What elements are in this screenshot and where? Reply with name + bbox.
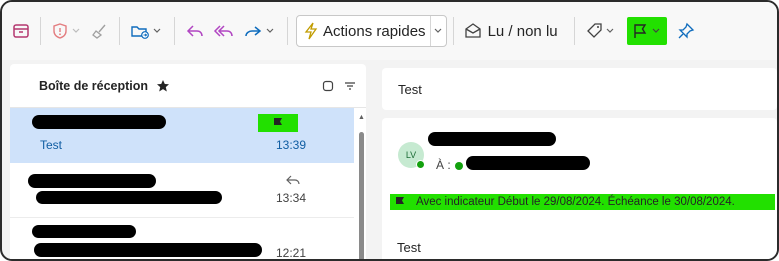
toolbar-separator [174,17,175,45]
list-item[interactable]: Test 13:39 [10,108,354,163]
lightning-icon [304,22,318,40]
message-list-header: Boîte de réception [10,64,366,108]
reply-icon [186,25,203,37]
envelope-open-icon [464,23,481,38]
toolbar-separator [119,17,120,45]
star-icon[interactable] [156,79,170,93]
reading-pane-subject: Test [398,81,422,97]
scrollbar-thumb[interactable] [359,132,364,259]
toolbar-separator [452,17,454,45]
tag-icon [586,23,602,38]
app-window: Actions rapides Lu / non lu Boîte de réc… [0,0,779,261]
quick-actions-dropdown[interactable] [429,16,446,46]
sweep-button[interactable] [87,15,113,47]
redacted-subject [36,191,222,204]
reply-all-button[interactable] [209,15,239,47]
reply-all-icon [213,25,233,37]
list-item[interactable]: 12:21 [10,219,354,260]
reply-icon [286,175,300,185]
flag-icon [633,24,646,38]
flag-icon [274,118,282,128]
scroll-up-icon[interactable]: ▲ [358,114,365,121]
chevron-down-icon[interactable] [150,24,164,38]
reply-button[interactable] [181,15,209,47]
toolbar-separator [287,17,288,45]
report-icon [53,23,67,39]
archive-icon [13,24,29,38]
flag-info-text: Avec indicateur Début le 29/08/2024. Éch… [416,196,735,208]
reading-pane-subject-bar: Test [382,68,777,110]
toolbar-separator [40,17,41,45]
read-unread-button[interactable]: Lu / non lu [460,15,562,47]
redacted-sender [32,225,136,238]
move-to-folder-icon [131,26,149,39]
folder-title: Boîte de réception [39,78,149,93]
list-item[interactable]: 13:34 [10,164,354,218]
select-icon[interactable] [322,80,334,92]
quick-actions-button[interactable]: Actions rapides [296,15,447,47]
message-body: Test [397,240,421,255]
message-list: Boîte de réception Test 13:39 13:34 12:2… [10,64,366,260]
message-list-scrollbar[interactable]: ▲ [356,108,366,259]
flag-info-banner: Avec indicateur Début le 29/08/2024. Éch… [390,194,775,210]
archive-button[interactable] [8,15,34,47]
presence-indicator [416,160,425,169]
categorize-button[interactable] [581,15,621,47]
redacted-sender-name [428,132,556,146]
redacted-sender [32,115,166,129]
read-unread-label: Lu / non lu [487,22,558,40]
message-subject: Test [40,138,63,152]
forward-icon [245,26,262,37]
sweep-icon [92,24,106,39]
report-button[interactable] [47,15,87,47]
presence-indicator [455,162,463,170]
move-to-folder-button[interactable] [126,15,168,47]
reading-pane: LV À : Avec indicateur Début le 29/08/20… [382,118,777,259]
pin-icon [678,22,694,39]
chevron-down-icon [434,28,442,33]
chevron-down-icon[interactable] [69,24,83,38]
flag-icon [396,197,404,207]
flag-button[interactable] [626,17,667,45]
message-time: 13:39 [276,138,307,152]
quick-actions-label: Actions rapides [323,22,426,40]
pin-button[interactable] [673,15,699,47]
flag-marker[interactable] [258,114,298,132]
chevron-down-icon[interactable] [603,24,617,38]
chevron-down-icon[interactable] [649,24,663,38]
message-time: 12:21 [276,246,307,260]
to-label: À : [436,158,451,172]
redacted-recipient [466,156,590,170]
forward-button[interactable] [239,15,281,47]
filter-icon[interactable] [344,80,356,92]
redacted-sender [28,174,156,188]
ribbon-toolbar: Actions rapides Lu / non lu [2,2,777,60]
chevron-down-icon[interactable] [263,24,277,38]
redacted-subject [34,243,262,257]
toolbar-separator [573,17,575,45]
message-time: 13:34 [276,191,307,205]
